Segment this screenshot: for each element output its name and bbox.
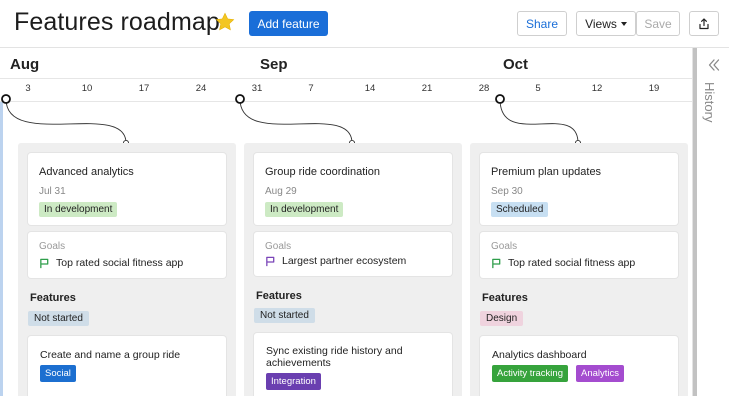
feature-status-tag: Not started bbox=[28, 311, 89, 326]
views-label: Views bbox=[585, 16, 617, 31]
month-label-sep: Sep bbox=[260, 56, 288, 73]
roadmap-app: Features roadmap Add feature Share Views… bbox=[0, 0, 729, 396]
history-label: History bbox=[702, 82, 717, 123]
release-column: Group ride coordination Aug 29 In develo… bbox=[244, 143, 462, 396]
tick-label: 5 bbox=[535, 83, 541, 94]
status-badge: In development bbox=[265, 202, 344, 217]
history-panel[interactable]: History bbox=[692, 48, 729, 396]
feature-tag: Analytics bbox=[576, 365, 625, 382]
feature-card[interactable]: Analytics dashboard Activity tracking An… bbox=[480, 336, 678, 396]
feature-tag: Social bbox=[40, 365, 76, 382]
release-column: Premium plan updates Sep 30 Scheduled Go… bbox=[470, 143, 688, 396]
export-icon bbox=[699, 17, 709, 29]
caret-down-icon bbox=[620, 21, 627, 26]
timeline: Aug Sep Oct 3 10 17 24 31 7 14 21 28 5 1… bbox=[0, 48, 692, 102]
status-badge: In development bbox=[39, 202, 118, 217]
release-date: Aug 29 bbox=[265, 186, 297, 197]
features-label: Features bbox=[256, 290, 302, 302]
connector-line bbox=[5, 98, 127, 144]
connector-line bbox=[239, 98, 353, 144]
goals-label: Goals bbox=[491, 241, 518, 252]
share-button[interactable]: Share bbox=[517, 11, 567, 36]
star-icon[interactable] bbox=[214, 11, 236, 33]
month-label-oct: Oct bbox=[503, 56, 529, 73]
goals-card[interactable]: Goals Top rated social fitness app bbox=[480, 232, 678, 278]
save-button[interactable]: Save bbox=[636, 11, 680, 36]
release-column: Advanced analytics Jul 31 In development… bbox=[18, 143, 236, 396]
feature-title: Create and name a group ride bbox=[40, 349, 181, 361]
goal-text: Top rated social fitness app bbox=[508, 257, 636, 269]
features-label: Features bbox=[482, 292, 528, 304]
feature-tag: Activity tracking bbox=[492, 365, 568, 382]
goals-label: Goals bbox=[265, 241, 292, 252]
release-card[interactable]: Premium plan updates Sep 30 Scheduled bbox=[480, 153, 678, 225]
tick-label: 28 bbox=[478, 83, 490, 94]
goal-text: Top rated social fitness app bbox=[56, 257, 184, 269]
connector-line bbox=[499, 98, 579, 144]
goals-card[interactable]: Goals Top rated social fitness app bbox=[28, 232, 226, 278]
feature-status-tag: Not started bbox=[254, 308, 315, 323]
release-name: Advanced analytics bbox=[39, 166, 134, 178]
tick-label: 10 bbox=[81, 83, 93, 94]
release-name: Group ride coordination bbox=[265, 166, 380, 178]
feature-card[interactable]: Create and name a group ride Social bbox=[28, 336, 226, 396]
flag-icon bbox=[266, 256, 275, 267]
release-card[interactable]: Group ride coordination Aug 29 In develo… bbox=[254, 153, 452, 225]
tick-label: 21 bbox=[421, 83, 433, 94]
tick-label: 7 bbox=[308, 83, 314, 94]
flag-icon bbox=[40, 258, 49, 269]
add-feature-button[interactable]: Add feature bbox=[249, 11, 328, 36]
feature-tags: Social bbox=[40, 365, 220, 385]
page-title: Features roadmap bbox=[14, 8, 220, 36]
add-feature-label: Add feature bbox=[257, 16, 320, 31]
flag-icon bbox=[492, 258, 501, 269]
release-name: Premium plan updates bbox=[491, 166, 602, 178]
scrollbar[interactable] bbox=[693, 48, 697, 396]
feature-tags: Activity tracking Analytics bbox=[492, 365, 672, 385]
goals-label: Goals bbox=[39, 241, 66, 252]
views-dropdown[interactable]: Views bbox=[576, 11, 636, 36]
double-chevron-left-icon[interactable] bbox=[707, 58, 721, 72]
save-label: Save bbox=[644, 16, 672, 31]
feature-title: Sync existing ride history and achieveme… bbox=[266, 345, 403, 369]
share-label: Share bbox=[525, 16, 559, 31]
tick-label: 3 bbox=[25, 83, 31, 94]
tick-label: 19 bbox=[648, 83, 660, 94]
features-label: Features bbox=[30, 292, 76, 304]
feature-status-tag: Design bbox=[480, 311, 524, 326]
tick-label: 31 bbox=[251, 83, 263, 94]
tick-label: 14 bbox=[364, 83, 376, 94]
feature-card[interactable]: Sync existing ride history and achieveme… bbox=[254, 333, 452, 396]
release-card[interactable]: Advanced analytics Jul 31 In development bbox=[28, 153, 226, 225]
release-date: Sep 30 bbox=[491, 186, 523, 197]
release-date: Jul 31 bbox=[39, 186, 66, 197]
export-button[interactable] bbox=[689, 11, 719, 36]
timeline-divider bbox=[0, 78, 692, 79]
tick-label: 24 bbox=[195, 83, 207, 94]
tick-label: 17 bbox=[138, 83, 150, 94]
feature-title: Analytics dashboard bbox=[492, 349, 587, 361]
status-badge: Scheduled bbox=[491, 202, 549, 217]
feature-tag: Integration bbox=[266, 373, 321, 390]
goal-text: Largest partner ecosystem bbox=[282, 255, 407, 267]
feature-tags: Integration bbox=[266, 373, 446, 393]
goals-card[interactable]: Goals Largest partner ecosystem bbox=[254, 232, 452, 276]
month-label-aug: Aug bbox=[10, 56, 40, 73]
tick-label: 12 bbox=[591, 83, 603, 94]
header: Features roadmap Add feature Share Views… bbox=[0, 0, 729, 48]
